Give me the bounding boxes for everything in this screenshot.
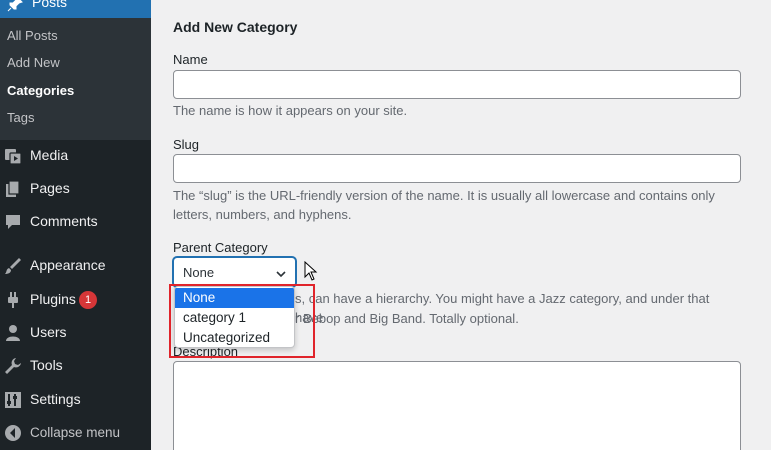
appearance-icon [4,257,22,275]
pages-icon [4,180,22,198]
collapse-menu-button[interactable]: Collapse menu [0,418,151,448]
collapse-icon [4,424,22,442]
mouse-pointer-icon [304,261,318,281]
media-icon [4,147,22,165]
pushpin-icon [7,0,23,12]
name-label: Name [173,52,208,67]
name-help-text: The name is how it appears on your site. [173,103,408,118]
sidebar-item-label: Media [30,147,69,163]
sidebar-item-appearance[interactable]: Appearance [0,251,151,281]
parent-category-select[interactable]: None [173,257,296,287]
settings-icon [4,391,22,409]
sidebar-item-label: Pages [30,180,70,196]
plugins-update-count-badge: 1 [79,291,97,309]
sidebar-item-users[interactable]: Users [0,318,151,348]
sidebar-item-tools[interactable]: Tools [0,351,151,381]
sidebar-item-plugins[interactable]: Plugins 1 [0,285,151,315]
slug-help-text: The “slug” is the URL-friendly version o… [173,188,715,222]
sidebar-item-posts[interactable]: Posts [0,0,151,18]
sidebar-item-media[interactable]: Media [0,141,151,171]
sidebar-item-label: Posts [32,0,68,10]
form-title: Add New Category [173,19,298,35]
submenu-item-tags[interactable]: Tags [7,110,34,125]
submenu-item-all-posts[interactable]: All Posts [7,28,58,43]
parent-help-text-line-2: r Bebop and Big Band. Totally optional. [295,311,519,326]
sidebar-item-label: Appearance [30,257,106,273]
chevron-down-icon [275,267,287,279]
sidebar-item-settings[interactable]: Settings [0,385,151,415]
sidebar-item-label: Settings [30,391,81,407]
submenu-item-categories[interactable]: Categories [7,83,74,98]
sidebar-item-pages[interactable]: Pages [0,174,151,204]
sidebar-item-label: Users [30,324,67,340]
slug-input[interactable] [173,154,741,183]
submenu-item-add-new[interactable]: Add New [7,55,60,70]
sidebar-item-comments[interactable]: Comments [0,207,151,237]
name-input[interactable] [173,70,741,99]
comments-icon [4,213,22,231]
sidebar-item-label: Collapse menu [30,425,121,440]
highlight-box [169,284,315,358]
sidebar-item-label: Plugins [30,291,76,307]
description-textarea[interactable] [173,361,741,450]
tools-icon [4,357,22,375]
add-category-form: Add New Category Name The name is how it… [151,0,771,450]
users-icon [4,324,22,342]
parent-category-label: Parent Category [173,240,268,255]
sidebar-item-label: Comments [30,213,98,229]
slug-label: Slug [173,137,200,152]
sidebar-item-label: Tools [30,357,63,373]
plugins-icon [4,291,22,309]
admin-sidebar: Posts All Posts Add New Categories Tags … [0,0,151,450]
posts-submenu: All Posts Add New Categories Tags [0,18,151,140]
parent-category-value: None [183,265,215,280]
